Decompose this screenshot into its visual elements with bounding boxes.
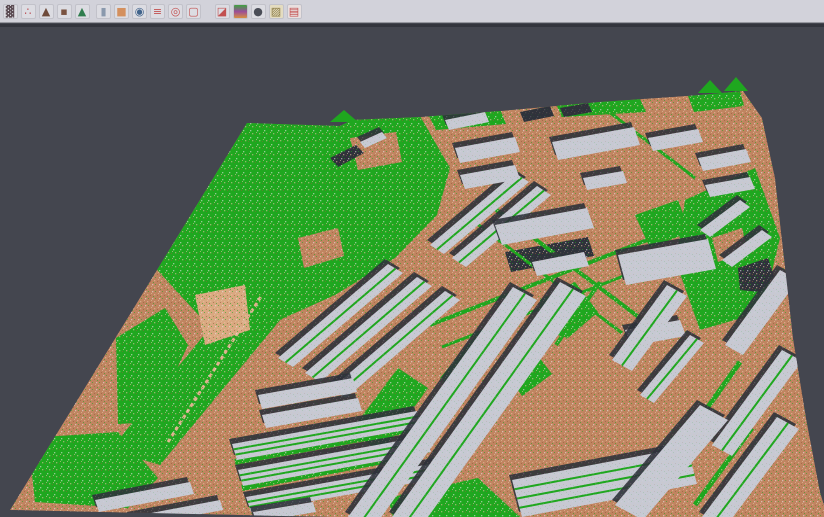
classify-icon[interactable]: ▨ bbox=[269, 4, 284, 19]
clip-box-icon[interactable]: ◪ bbox=[215, 4, 230, 19]
profile-lines-icon[interactable]: ≡ bbox=[150, 4, 165, 19]
terrain-icon[interactable]: ▲ bbox=[39, 4, 54, 19]
toolbar: ▓∴▲▪▲▮■◉≡◎▢◪●▨▤ bbox=[0, 0, 824, 23]
hill-icon[interactable]: ▲ bbox=[75, 4, 90, 19]
sphere-icon[interactable]: ● bbox=[251, 4, 266, 19]
scatter-points-icon[interactable]: ∴ bbox=[21, 4, 36, 19]
selection-frame-icon[interactable]: ▢ bbox=[186, 4, 201, 19]
flag-stripes-icon[interactable]: ▤ bbox=[287, 4, 302, 19]
colormap-icon[interactable] bbox=[233, 4, 248, 19]
globe-icon[interactable]: ◉ bbox=[132, 4, 147, 19]
dark-cube-icon[interactable]: ▓ bbox=[3, 4, 18, 19]
viewport-3d[interactable] bbox=[0, 27, 824, 517]
target-ring-icon[interactable]: ◎ bbox=[168, 4, 183, 19]
ortho-map-icon[interactable]: ■ bbox=[114, 4, 129, 19]
point-cloud-scene bbox=[0, 27, 824, 517]
column-icon[interactable]: ▮ bbox=[96, 4, 111, 19]
sample-box-icon[interactable]: ▪ bbox=[57, 4, 72, 19]
app-window: ▓∴▲▪▲▮■◉≡◎▢◪●▨▤ bbox=[0, 0, 824, 517]
